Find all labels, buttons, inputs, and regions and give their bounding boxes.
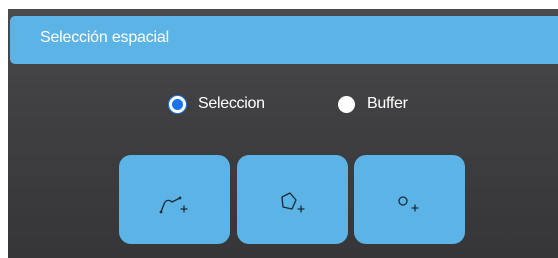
seleccion-radio[interactable] — [169, 95, 186, 113]
panel-title: Selección espacial — [40, 29, 169, 46]
buffer-radio[interactable] — [338, 95, 355, 113]
draw-point-button[interactable] — [354, 155, 465, 244]
draw-line-button[interactable] — [119, 155, 230, 244]
radio-option-buffer[interactable]: Buffer — [338, 92, 408, 116]
draw-line-icon — [159, 196, 188, 214]
radio-option-seleccion[interactable]: Seleccion — [169, 92, 265, 116]
seleccion-label: Seleccion — [198, 95, 265, 112]
draw-point-icon — [398, 196, 419, 212]
buffer-label: Buffer — [367, 95, 408, 112]
panel-header: Selección espacial — [10, 16, 558, 64]
draw-polygon-button[interactable] — [237, 155, 348, 244]
draw-polygon-icon — [281, 192, 305, 213]
